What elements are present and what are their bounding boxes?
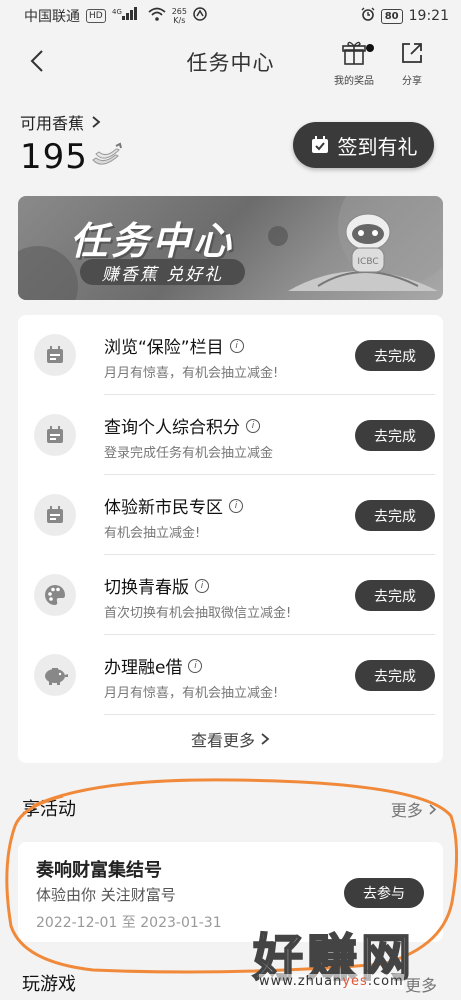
gift-icon — [342, 41, 366, 65]
signal-icon: 4G — [112, 7, 142, 25]
net-speed: 265 K/s — [172, 7, 187, 25]
info-icon[interactable]: i — [229, 498, 243, 513]
see-more-label: 查看更多 — [190, 731, 255, 750]
share-icon — [402, 43, 422, 63]
calendar-icon — [34, 414, 76, 456]
complete-task-button[interactable]: 去完成 — [355, 340, 435, 371]
status-bar-right: 80 19:21 — [361, 7, 449, 25]
task-description: 月月有惊喜，有机会抽立减金! — [104, 366, 279, 381]
checkin-reward-button[interactable]: 签到有礼 — [293, 122, 434, 168]
checkin-label: 签到有礼 — [337, 134, 418, 159]
task-title-text: 浏览“保险”栏目 — [104, 338, 224, 358]
activities-more-label: 更多 — [390, 801, 423, 820]
chevron-left-icon — [30, 50, 43, 72]
info-icon[interactable]: i — [246, 418, 260, 433]
games-more-link[interactable]: 更多 — [405, 972, 437, 996]
info-icon[interactable]: i — [229, 338, 244, 353]
net-speed-value: 265 — [171, 7, 187, 16]
see-more-link[interactable]: 查看更多 — [18, 727, 443, 751]
net-speed-unit: K/s — [173, 16, 186, 25]
activity-subtitle: 体验由你 关注财富号 — [36, 886, 176, 904]
complete-task-button[interactable]: 去完成 — [355, 500, 435, 531]
complete-task-button[interactable]: 去完成 — [355, 580, 435, 611]
available-bananas-label: 可用香蕉 — [20, 114, 85, 133]
notification-icon — [193, 7, 207, 25]
watermark-url-highlight: yes — [342, 974, 368, 989]
wifi-icon — [148, 7, 166, 25]
hd-badge: HD — [86, 9, 106, 23]
task-row: 查询个人综合积分 i 登录完成任务有机会抽立减金 去完成 — [18, 395, 443, 475]
battery-indicator: 80 — [380, 8, 403, 24]
task-title-text: 查询个人综合积分 — [104, 418, 240, 438]
share-label: 分享 — [402, 76, 422, 87]
chevron-right-icon — [261, 733, 270, 745]
activity-card[interactable]: 奏响财富集结号 体验由你 关注财富号 2022-12-01 至 2023-01-… — [18, 842, 443, 942]
task-row: 切换青春版 i 首次切换有机会抽取微信立减金! 去完成 — [18, 555, 443, 635]
games-more-label: 更多 — [404, 976, 437, 995]
info-icon[interactable]: i — [195, 578, 209, 593]
task-row: 办理融e借 i 月月有惊喜，有机会抽立减金! 去完成 — [18, 635, 443, 715]
task-description: 月月有惊喜，有机会抽立减金! — [104, 686, 279, 701]
activities-more-link[interactable]: 更多 — [391, 797, 437, 821]
task-title: 切换青春版 i — [104, 573, 209, 598]
task-title-text: 体验新市民专区 — [104, 498, 223, 518]
task-row: 体验新市民专区 i 有机会抽立减金! 去完成 — [18, 475, 443, 555]
calendar-icon — [34, 334, 76, 376]
my-prizes-label: 我的奖品 — [334, 76, 374, 87]
task-title: 浏览“保险”栏目 i — [104, 333, 244, 358]
task-center-banner[interactable]: 任务中心 赚香蕉 兑好礼 ICBC — [18, 196, 443, 300]
task-title: 查询个人综合积分 i — [104, 413, 260, 438]
complete-task-button[interactable]: 去完成 — [355, 660, 435, 691]
activities-title: 享活动 — [22, 799, 76, 820]
task-title: 办理融e借 i — [104, 653, 203, 678]
banana-count: 195 — [20, 137, 88, 177]
clock: 19:21 — [408, 8, 449, 24]
nav-bar: 任务中心 我的奖品 分享 — [0, 32, 461, 90]
alarm-icon — [361, 7, 375, 25]
calendar-check-icon — [311, 136, 328, 153]
share-button[interactable]: 分享 — [386, 40, 438, 87]
chevron-right-icon — [429, 804, 437, 815]
task-row: 浏览“保险”栏目 i 月月有惊喜，有机会抽立减金! 去完成 — [18, 315, 443, 395]
chevron-right-icon — [92, 116, 101, 128]
status-bar: 中国联通 HD 4G 265 K/s 80 19:21 — [0, 0, 461, 32]
task-description: 有机会抽立减金! — [104, 526, 201, 541]
new-prize-dot — [366, 44, 374, 52]
join-activity-button[interactable]: 去参与 — [344, 878, 424, 908]
task-description: 首次切换有机会抽取微信立减金! — [104, 606, 292, 621]
watermark-url-prefix: www.zhuan — [259, 974, 343, 989]
palette-icon — [34, 574, 76, 616]
task-list-card: 浏览“保险”栏目 i 月月有惊喜，有机会抽立减金! 去完成 查询个人综合积分 i 登… — [18, 315, 443, 763]
task-description: 登录完成任务有机会抽立减金 — [104, 446, 274, 461]
mascot-icon: ICBC — [345, 213, 391, 273]
calendar-icon — [34, 494, 76, 536]
activity-date-range: 2022-12-01 至 2023-01-31 — [36, 915, 222, 931]
watermark-url-suffix: .com — [367, 974, 404, 989]
piggy-bank-icon — [34, 654, 76, 696]
available-bananas-link[interactable]: 可用香蕉 — [20, 110, 101, 134]
banner-title: 任务中心 — [70, 219, 235, 263]
info-icon[interactable]: i — [188, 658, 203, 673]
task-title-text: 办理融e借 — [104, 658, 183, 678]
banana-icon — [90, 142, 122, 174]
games-title: 玩游戏 — [22, 974, 76, 995]
task-title: 体验新市民专区 i — [104, 493, 243, 518]
task-title-text: 切换青春版 — [104, 578, 189, 598]
activity-title: 奏响财富集结号 — [36, 860, 162, 881]
my-prizes-button[interactable]: 我的奖品 — [328, 40, 380, 87]
svg-text:ICBC: ICBC — [357, 257, 378, 267]
divider — [104, 714, 435, 715]
banner-subtitle: 赚香蕉 兑好礼 — [80, 259, 245, 285]
carrier-label: 中国联通 — [24, 9, 80, 25]
watermark-url: www.zhuanyes.com — [259, 974, 404, 989]
status-bar-left: 中国联通 HD 4G 265 K/s — [24, 6, 207, 26]
complete-task-button[interactable]: 去完成 — [355, 420, 435, 451]
svg-text:4G: 4G — [112, 8, 122, 16]
back-button[interactable] — [24, 46, 50, 76]
